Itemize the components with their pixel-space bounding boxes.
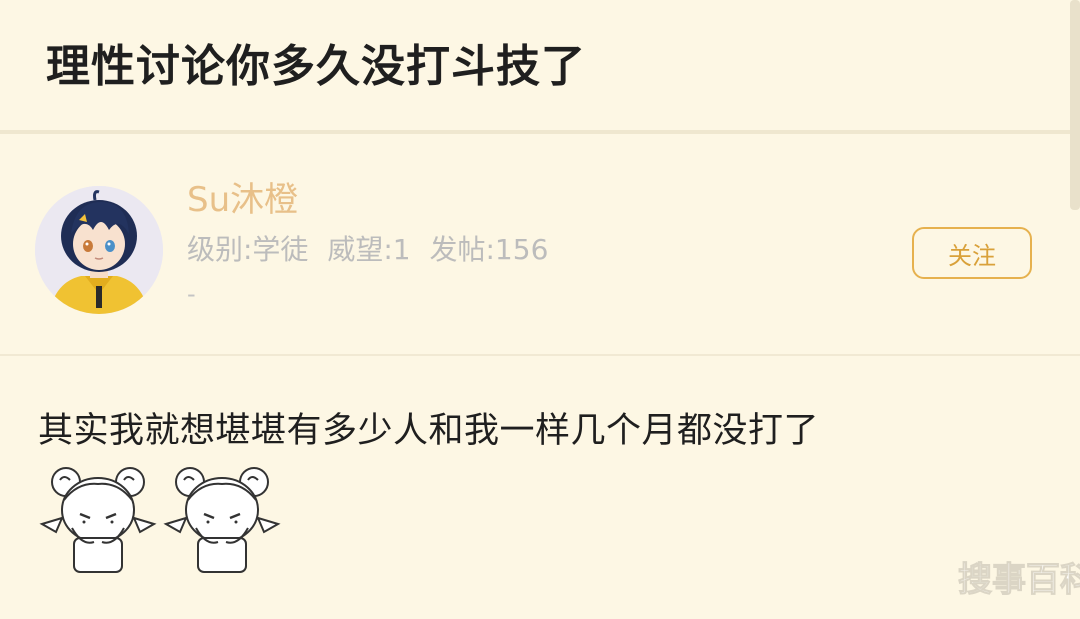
title-bar: 理性讨论你多久没打斗技了 [0, 0, 1080, 130]
title-divider [0, 130, 1080, 134]
avatar-image [35, 186, 163, 314]
author-prestige: 威望:1 [327, 233, 411, 266]
crying-sticker-icon [38, 458, 158, 576]
post-title: 理性讨论你多久没打斗技了 [46, 41, 586, 92]
follow-button[interactable]: 关注 [912, 227, 1032, 279]
author-signature: - [187, 280, 196, 308]
author-divider [0, 354, 1080, 356]
scrollbar[interactable] [1070, 0, 1080, 210]
author-post-count: 发帖:156 [429, 233, 549, 266]
author-level: 级别:学徒 [187, 233, 309, 266]
crying-sticker-icon [162, 458, 282, 576]
avatar[interactable] [35, 186, 163, 314]
post-content: 其实我就想堪堪有多少人和我一样几个月都没打了 [38, 411, 820, 451]
author-username[interactable]: Su沐橙 [187, 172, 298, 221]
watermark-logo: 搜事百科 [958, 560, 1080, 601]
author-stats: 级别:学徒 威望:1 发帖:156 [187, 228, 558, 268]
